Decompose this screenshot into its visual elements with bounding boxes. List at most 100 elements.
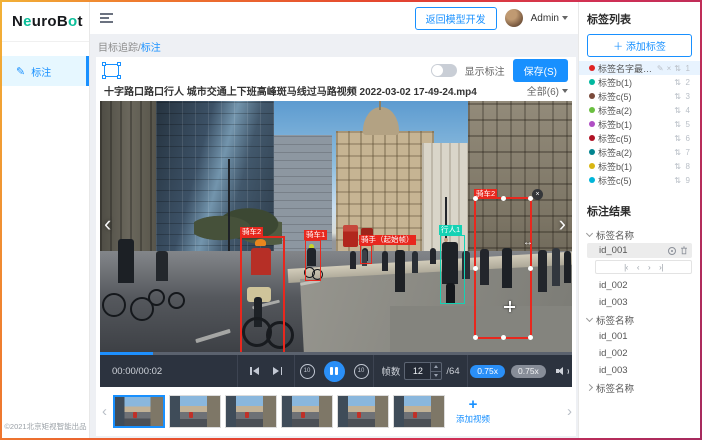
chevron-down-icon (562, 16, 568, 20)
frame-stepper[interactable] (430, 362, 442, 380)
prev-frame-button[interactable] (250, 367, 259, 375)
label-row[interactable]: 标签c(5) ⇅ 9 (587, 173, 692, 187)
sidebar-item-annotate[interactable]: ✎ 标注 (2, 56, 89, 86)
stepper-down-icon[interactable] (431, 371, 441, 380)
stepper-up-icon[interactable] (431, 363, 441, 371)
resize-handle[interactable] (473, 266, 478, 271)
delete-icon[interactable]: × (667, 64, 672, 73)
close-icon[interactable]: × (532, 189, 543, 200)
video-filter-dropdown[interactable]: 全部(6) (527, 83, 568, 98)
video-thumbnail[interactable] (225, 395, 277, 428)
label-list-title: 标签列表 (587, 11, 692, 27)
rect-select-icon[interactable] (104, 64, 119, 77)
speed-group: 0.75x 0.75x (468, 355, 572, 387)
label-row[interactable]: 标签a(2) ⇅ 4 (587, 103, 692, 117)
pause-button[interactable] (324, 361, 345, 382)
locate-icon[interactable] (668, 247, 676, 255)
avatar[interactable] (505, 9, 523, 27)
user-menu[interactable]: Admin (531, 13, 568, 24)
result-item[interactable]: id_003 (587, 362, 692, 379)
label-row[interactable]: 标签c(5) ⇅ 6 (587, 131, 692, 145)
trash-icon[interactable] (680, 246, 688, 255)
video-thumbnail[interactable] (337, 395, 389, 428)
video-thumbnail-selected[interactable] (113, 395, 165, 428)
breadcrumb-parent[interactable]: 目标追踪 (98, 43, 138, 54)
back-to-model-dev-button[interactable]: 返回模型开发 (415, 7, 497, 30)
add-video-button[interactable]: + 添加视频 (449, 398, 497, 425)
result-group[interactable]: 标签名称 (587, 311, 692, 328)
label-row[interactable]: 标签b(1) ⇅ 2 (587, 75, 692, 89)
result-item-selected[interactable]: id_001 (587, 243, 692, 258)
breadcrumb-current[interactable]: 标注 (141, 43, 161, 54)
resize-handle[interactable] (473, 335, 478, 340)
chevron-down-icon (562, 89, 568, 93)
result-group[interactable]: 标签名称 (587, 226, 692, 243)
scene-figure (382, 251, 388, 271)
resize-handle[interactable] (501, 335, 506, 340)
speed-pill-active[interactable]: 0.75x (470, 365, 505, 378)
video-thumbnail[interactable] (281, 395, 333, 428)
next-page-icon[interactable]: › (648, 263, 650, 272)
resize-handle[interactable] (501, 196, 506, 201)
label-color-dot (589, 135, 595, 141)
resize-handle[interactable] (528, 196, 533, 201)
last-page-icon[interactable]: ›| (659, 263, 663, 272)
frame-input[interactable]: 12 (404, 362, 430, 380)
bbox-rider-startframe[interactable]: 骑手（起始帧） (360, 245, 372, 264)
thumbs-next-chevron[interactable]: › (565, 403, 574, 420)
sort-icon[interactable]: ⇅ (674, 64, 681, 73)
menu-fold-icon[interactable] (100, 13, 113, 23)
result-item[interactable]: id_001 (587, 328, 692, 345)
bbox-label: 骑车1 (304, 230, 327, 240)
sort-icon[interactable]: ⇅ (674, 176, 681, 185)
label-row[interactable]: 标签b(1) ⇅ 8 (587, 159, 692, 173)
video-thumbnail[interactable] (169, 395, 221, 428)
result-item[interactable]: id_002 (587, 277, 692, 294)
seek-progress (100, 352, 153, 355)
prev-video-chevron[interactable]: ‹ (104, 213, 111, 235)
label-row-selected[interactable]: 标签名字最长数... ✎ × ⇅ 1 (579, 61, 700, 75)
edit-icon[interactable]: ✎ (657, 64, 664, 73)
label-color-dot (589, 149, 595, 155)
next-video-chevron[interactable]: › (559, 213, 566, 235)
sort-icon[interactable]: ⇅ (674, 162, 681, 171)
frame-step-group (238, 355, 294, 387)
label-row[interactable]: 标签a(2) ⇅ 7 (587, 145, 692, 159)
bbox-pedestrian1[interactable]: 行人1 (440, 235, 465, 304)
resize-handle[interactable] (528, 266, 533, 271)
volume-icon[interactable] (556, 365, 570, 377)
sort-icon[interactable]: ⇅ (674, 134, 681, 143)
prev-page-icon[interactable]: ‹ (637, 263, 639, 272)
show-annotation-toggle[interactable] (431, 64, 457, 77)
resize-handle[interactable] (473, 196, 478, 201)
sort-icon[interactable]: ⇅ (674, 78, 681, 87)
video-frame[interactable]: 骑车2 骑车1 骑手（起始帧） 行人1 骑车2 × (100, 101, 572, 355)
label-color-dot (589, 93, 595, 99)
video-thumbnail[interactable] (393, 395, 445, 428)
bbox-cyclist1[interactable]: 骑车1 (305, 240, 321, 281)
show-annotation-label: 显示标注 (465, 63, 505, 78)
first-page-icon[interactable]: |‹ (624, 263, 628, 272)
speed-pill[interactable]: 0.75x (511, 365, 546, 378)
label-name: 标签c(5) (598, 132, 671, 145)
add-label-button[interactable]: ＋ 添加标签 (587, 34, 692, 57)
result-item[interactable]: id_003 (587, 294, 692, 311)
sort-icon[interactable]: ⇅ (674, 92, 681, 101)
resize-handle[interactable] (528, 335, 533, 340)
sort-icon[interactable]: ⇅ (674, 106, 681, 115)
rewind-10-icon[interactable]: 10 (300, 364, 315, 379)
result-group-collapsed[interactable]: 标签名称 (587, 379, 692, 396)
sort-icon[interactable]: ⇅ (674, 120, 681, 129)
seek-bar[interactable] (100, 352, 572, 355)
label-row[interactable]: 标签b(1) ⇅ 5 (587, 117, 692, 131)
label-shortcut: 4 (684, 106, 690, 115)
label-row[interactable]: 标签c(5) ⇅ 3 (587, 89, 692, 103)
bbox-cyclist2-selected[interactable]: 骑车2 × (474, 197, 532, 339)
thumbs-prev-chevron[interactable]: ‹ (100, 403, 109, 420)
bbox-cyclist2-left[interactable]: 骑车2 (240, 236, 285, 355)
next-frame-button[interactable] (273, 367, 282, 375)
forward-10-icon[interactable]: 10 (354, 364, 369, 379)
result-item[interactable]: id_002 (587, 345, 692, 362)
sort-icon[interactable]: ⇅ (674, 148, 681, 157)
save-button[interactable]: 保存(S) (513, 59, 568, 82)
